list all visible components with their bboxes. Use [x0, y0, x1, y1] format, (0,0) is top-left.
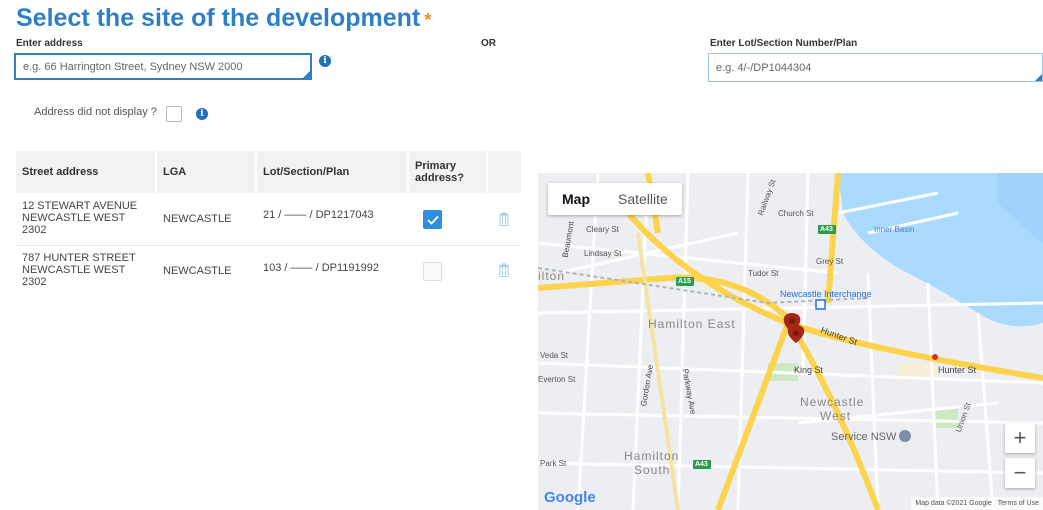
map-label: Service NSW: [831, 431, 897, 443]
map-type-tabs: Map Satellite: [548, 183, 682, 215]
street-line: 12 STEWART AVENUE: [22, 200, 138, 212]
map-label: West: [820, 409, 852, 423]
col-primary-address: Primary address?: [409, 151, 486, 193]
results-table-header: Street address LGA Lot/Section/Plan Prim…: [16, 151, 521, 193]
col-lga: LGA: [157, 151, 255, 193]
zoom-in-button[interactable]: +: [1005, 423, 1035, 453]
col-actions: [488, 151, 521, 193]
table-row-lot: 21 / —— / DP1217043: [263, 209, 374, 221]
lot-placeholder: e.g. 4/-/DP1044304: [716, 61, 812, 74]
map-label: Everton St: [538, 375, 576, 384]
page-title: Select the site of the development *: [16, 4, 431, 33]
road-shield: A15: [678, 278, 691, 285]
map-label: Lindsay St: [584, 249, 622, 258]
road-shield: A43: [695, 461, 708, 468]
map-label: King St: [794, 365, 824, 375]
address-input[interactable]: e.g. 66 Harrington Street, Sydney NSW 20…: [14, 53, 312, 80]
map-attribution-bar: Map data ©2021 Google Terms of Use: [911, 497, 1043, 510]
map-label: Inner Basin: [874, 225, 915, 234]
street-line: NEWCASTLE WEST: [22, 212, 126, 224]
tab-satellite[interactable]: Satellite: [604, 183, 682, 215]
address-not-display-checkbox[interactable]: [166, 106, 182, 122]
primary-address-checkbox[interactable]: [423, 210, 442, 229]
road-shield: A43: [820, 226, 833, 233]
map-label: ilton: [538, 269, 566, 283]
table-row-street: 787 HUNTER STREET NEWCASTLE WEST 2302: [22, 252, 136, 288]
map-label: Grey St: [816, 257, 844, 266]
resize-corner-icon: [303, 71, 310, 78]
table-row-street: 12 STEWART AVENUE NEWCASTLE WEST 2302: [22, 200, 137, 236]
map-canvas[interactable]: [538, 173, 1043, 510]
checkmark-icon: [426, 215, 439, 225]
map-label: Tudor St: [748, 269, 779, 278]
map-label: Veda St: [540, 351, 569, 360]
map-attribution: Map data ©2021 Google: [915, 500, 992, 507]
map-label: Newcastle: [800, 395, 865, 409]
col-street-address: Street address: [16, 151, 155, 193]
map-label: Newcastle Interchange: [780, 289, 872, 299]
lot-label: Enter Lot/Section Number/Plan: [710, 38, 858, 49]
table-row-lot: 103 / —— / DP1191992: [263, 262, 379, 274]
primary-address-checkbox[interactable]: [423, 262, 442, 281]
map-label: Church St: [778, 209, 814, 218]
trash-icon[interactable]: [498, 212, 510, 226]
street-line: NEWCASTLE WEST: [22, 264, 126, 276]
or-separator: OR: [481, 38, 496, 49]
trash-icon[interactable]: [498, 263, 510, 277]
required-mark: *: [424, 10, 432, 30]
page-title-text: Select the site of the development: [16, 4, 421, 32]
col-lot-section-plan: Lot/Section/Plan: [257, 151, 407, 193]
map-view[interactable]: Newcastle Interchange Hamilton East Newc…: [538, 173, 1043, 510]
table-row-lga: NEWCASTLE: [163, 213, 232, 225]
street-line: 787 HUNTER STREET: [22, 252, 136, 264]
terms-link[interactable]: Terms of Use: [998, 500, 1039, 507]
info-icon[interactable]: i: [319, 55, 331, 67]
address-placeholder: e.g. 66 Harrington Street, Sydney NSW 20…: [23, 60, 243, 73]
map-label: Park St: [540, 459, 567, 468]
map-label: Cleary St: [586, 225, 619, 234]
lot-input[interactable]: e.g. 4/-/DP1044304: [708, 53, 1043, 82]
map-label: Hunter St: [938, 365, 977, 375]
map-label: Hamilton East: [648, 317, 736, 331]
map-label: South: [634, 463, 671, 477]
google-logo: Google: [544, 489, 596, 506]
map-label: Hamilton: [624, 449, 680, 463]
info-icon[interactable]: i: [196, 108, 208, 120]
resize-corner-icon: [1035, 74, 1042, 81]
address-not-display-label: Address did not display ?: [34, 106, 157, 118]
tab-map[interactable]: Map: [548, 183, 604, 215]
street-line: 2302: [22, 276, 47, 288]
address-label: Enter address: [16, 38, 83, 49]
street-line: 2302: [22, 224, 47, 236]
row-separator: [16, 245, 521, 246]
table-row-lga: NEWCASTLE: [163, 265, 232, 277]
zoom-out-button[interactable]: −: [1005, 458, 1035, 488]
